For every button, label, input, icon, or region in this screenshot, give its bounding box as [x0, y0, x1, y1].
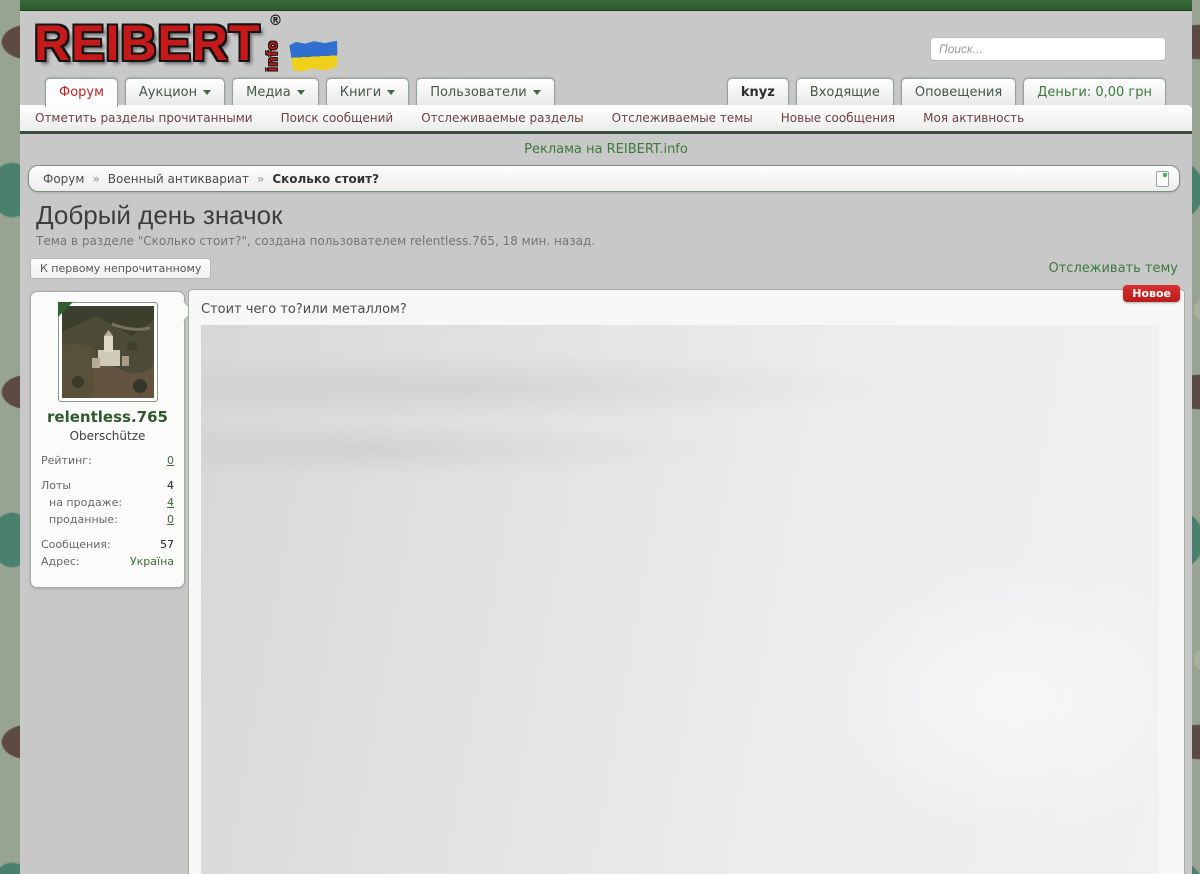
- user-rank: Oberschütze: [69, 429, 146, 443]
- page-title: Добрый день значок: [36, 200, 283, 230]
- breadcrumb-separator: »: [92, 171, 100, 186]
- stat-lots: Лоты 4: [41, 479, 174, 492]
- top-green-bar: [20, 0, 1192, 11]
- tab-forum[interactable]: Форум: [45, 78, 118, 107]
- page-root: REIBERT ® info Форум Аукцион Медиа Книги: [20, 0, 1192, 874]
- watch-thread-link[interactable]: Отслеживать тему: [1049, 261, 1179, 276]
- thread-controls: К первому непрочитанному Отслеживать тем…: [30, 258, 1178, 279]
- stat-value[interactable]: Україна: [130, 555, 174, 568]
- stat-value[interactable]: 0: [167, 454, 174, 467]
- avatar-image: [61, 306, 154, 398]
- subnav-new-posts[interactable]: Новые сообщения: [781, 111, 895, 125]
- subnav-mark-read[interactable]: Отметить разделы прочитанными: [35, 111, 253, 125]
- chevron-down-icon: [296, 90, 305, 95]
- stat-value: 4: [167, 479, 174, 492]
- ukraine-flag-icon: [290, 40, 340, 72]
- page-icon[interactable]: [1156, 171, 1169, 187]
- avatar[interactable]: [57, 302, 158, 402]
- stat-address: Адрес: Україна: [41, 555, 174, 568]
- online-corner-icon: [57, 302, 73, 317]
- stat-messages: Сообщения: 57: [41, 538, 174, 551]
- tab-label: Аукцион: [138, 85, 198, 100]
- tab-label: Форум: [59, 85, 104, 100]
- tab-users[interactable]: Пользователи: [416, 78, 555, 105]
- stat-sold: проданные: 0: [41, 513, 174, 526]
- breadcrumb-item-category[interactable]: Военный антиквариат: [108, 172, 249, 186]
- thread-body: relentless.765 Oberschütze Рейтинг: 0 Ло…: [20, 285, 1192, 874]
- tab-label: Книги: [339, 85, 382, 100]
- advert-link[interactable]: Реклама на REIBERT.info: [524, 142, 688, 157]
- user-panel: relentless.765 Oberschütze Рейтинг: 0 Ло…: [30, 291, 194, 588]
- tab-label: Входящие: [809, 85, 880, 100]
- breadcrumb-separator: »: [256, 171, 265, 186]
- stat-on-sale: на продаже: 4: [41, 496, 174, 509]
- breadcrumb-item-current: Сколько стоит?: [272, 171, 380, 186]
- tab-money[interactable]: Деньги: 0,00 грн: [1023, 78, 1166, 105]
- stat-label: Адрес:: [41, 555, 80, 568]
- tab-auction[interactable]: Аукцион: [124, 78, 226, 105]
- ad-row: Реклама на REIBERT.info: [20, 134, 1192, 165]
- username-link[interactable]: relentless.765: [39, 408, 176, 426]
- thread-subtitle: Тема в разделе "Сколько стоит?", создана…: [36, 234, 596, 248]
- tab-label: knyz: [740, 85, 775, 100]
- registered-mark: ®: [268, 13, 283, 29]
- tab-label: Пользователи: [430, 85, 527, 100]
- subnav-bar: Отметить разделы прочитанными Поиск сооб…: [20, 105, 1192, 134]
- nav-tabs-right: knyz Входящие Оповещения Деньги: 0,00 гр…: [726, 78, 1166, 105]
- tab-label: Оповещения: [914, 85, 1003, 100]
- subnav-search-posts[interactable]: Поиск сообщений: [281, 111, 394, 125]
- site-logo[interactable]: REIBERT ® info: [34, 13, 340, 73]
- breadcrumb-item-forum[interactable]: Форум: [43, 172, 84, 186]
- chevron-down-icon: [387, 90, 396, 95]
- search-input[interactable]: [930, 37, 1166, 61]
- stat-label: Лоты: [41, 479, 72, 492]
- stat-label: Рейтинг:: [41, 454, 92, 467]
- breadcrumb: Форум » Военный антиквариат » Сколько ст…: [28, 165, 1180, 192]
- logo-side: ® info: [262, 13, 284, 73]
- site-header: REIBERT ® info: [20, 11, 1192, 77]
- unread-dot-icon: [1163, 173, 1167, 177]
- tab-alerts[interactable]: Оповещения: [900, 78, 1017, 105]
- tab-media[interactable]: Медиа: [232, 78, 319, 105]
- post-image[interactable]: [201, 325, 1159, 874]
- subnav-my-activity[interactable]: Моя активность: [923, 111, 1024, 125]
- main-nav: Форум Аукцион Медиа Книги Пользователи k…: [20, 77, 1192, 107]
- stat-label: Сообщения:: [41, 538, 111, 551]
- stat-rating: Рейтинг: 0: [41, 454, 174, 467]
- tab-label: Деньги: 0,00 грн: [1037, 85, 1152, 100]
- new-badge: Новое: [1123, 285, 1180, 302]
- tab-inbox[interactable]: Входящие: [795, 78, 894, 105]
- post-message: Стоит чего то?или металлом?: [201, 302, 407, 317]
- user-stats: Рейтинг: 0 Лоты 4 на продаже: 4 проданны…: [39, 454, 176, 568]
- stat-value: 57: [160, 538, 174, 551]
- chevron-down-icon: [532, 90, 541, 95]
- nav-tabs-left: Форум Аукцион Медиа Книги Пользователи: [45, 78, 555, 107]
- stat-label: проданные:: [49, 513, 118, 526]
- logo-info-text: info: [264, 39, 282, 72]
- stat-value[interactable]: 0: [167, 513, 174, 526]
- tab-account[interactable]: knyz: [726, 78, 789, 105]
- logo-text: REIBERT: [34, 15, 261, 71]
- post-container: Новое Стоит чего то?или металлом?: [188, 285, 1185, 874]
- first-unread-button[interactable]: К первому непрочитанному: [30, 258, 212, 279]
- tab-label: Медиа: [246, 85, 291, 100]
- subnav-watched-threads[interactable]: Отслеживаемые темы: [612, 111, 753, 125]
- stat-value[interactable]: 4: [167, 496, 174, 509]
- stat-label: на продаже:: [49, 496, 123, 509]
- subnav-watched-forums[interactable]: Отслеживаемые разделы: [421, 111, 583, 125]
- chevron-down-icon: [203, 90, 212, 95]
- tab-books[interactable]: Книги: [325, 78, 410, 105]
